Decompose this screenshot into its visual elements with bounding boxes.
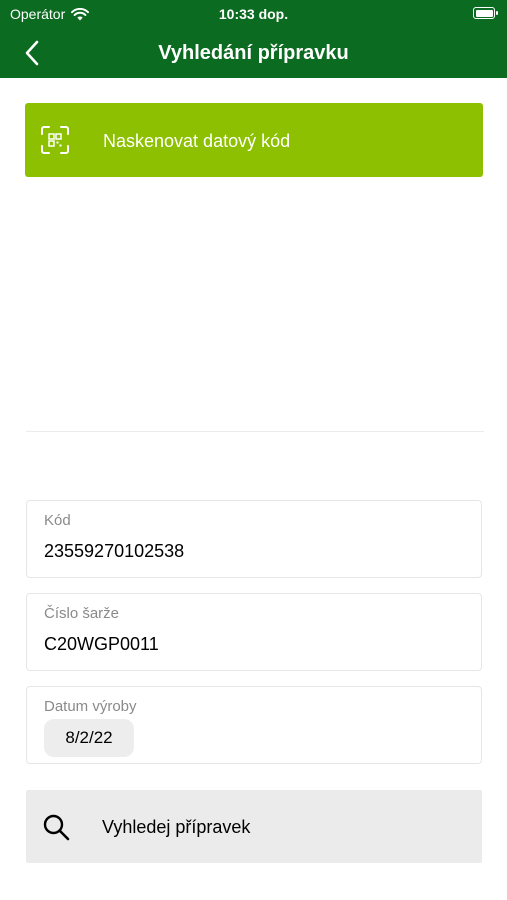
code-field[interactable]: Kód 23559270102538 (26, 500, 482, 578)
batch-number-field[interactable]: Číslo šarže C20WGP0011 (26, 593, 482, 671)
battery-icon (473, 7, 498, 19)
scan-code-button[interactable]: Naskenovat datový kód (25, 103, 483, 177)
search-product-label: Vyhledej přípravek (102, 817, 251, 837)
production-date-label: Datum výroby (44, 698, 137, 715)
production-date-field: Datum výroby 8/2/22 (26, 686, 482, 764)
scan-code-label: Naskenovat datový kód (103, 131, 291, 151)
page-title: Vyhledání přípravku (158, 42, 349, 64)
divider (26, 431, 484, 432)
status-time: 10:33 dop. (218, 6, 289, 22)
batch-number-value[interactable]: C20WGP0011 (44, 634, 159, 655)
code-field-label: Kód (44, 512, 71, 529)
code-field-value[interactable]: 23559270102538 (44, 541, 184, 562)
app-header: Operátor 10:33 dop. Vyhledání přípravku (0, 0, 507, 78)
production-date-picker[interactable]: 8/2/22 (44, 719, 134, 757)
nav-bar: Vyhledání přípravku (0, 28, 507, 78)
search-product-button[interactable]: Vyhledej přípravek (26, 790, 482, 863)
status-bar: Operátor 10:33 dop. (0, 0, 507, 28)
qr-scan-icon (41, 126, 69, 154)
batch-number-label: Číslo šarže (44, 605, 120, 622)
search-icon (43, 814, 70, 841)
